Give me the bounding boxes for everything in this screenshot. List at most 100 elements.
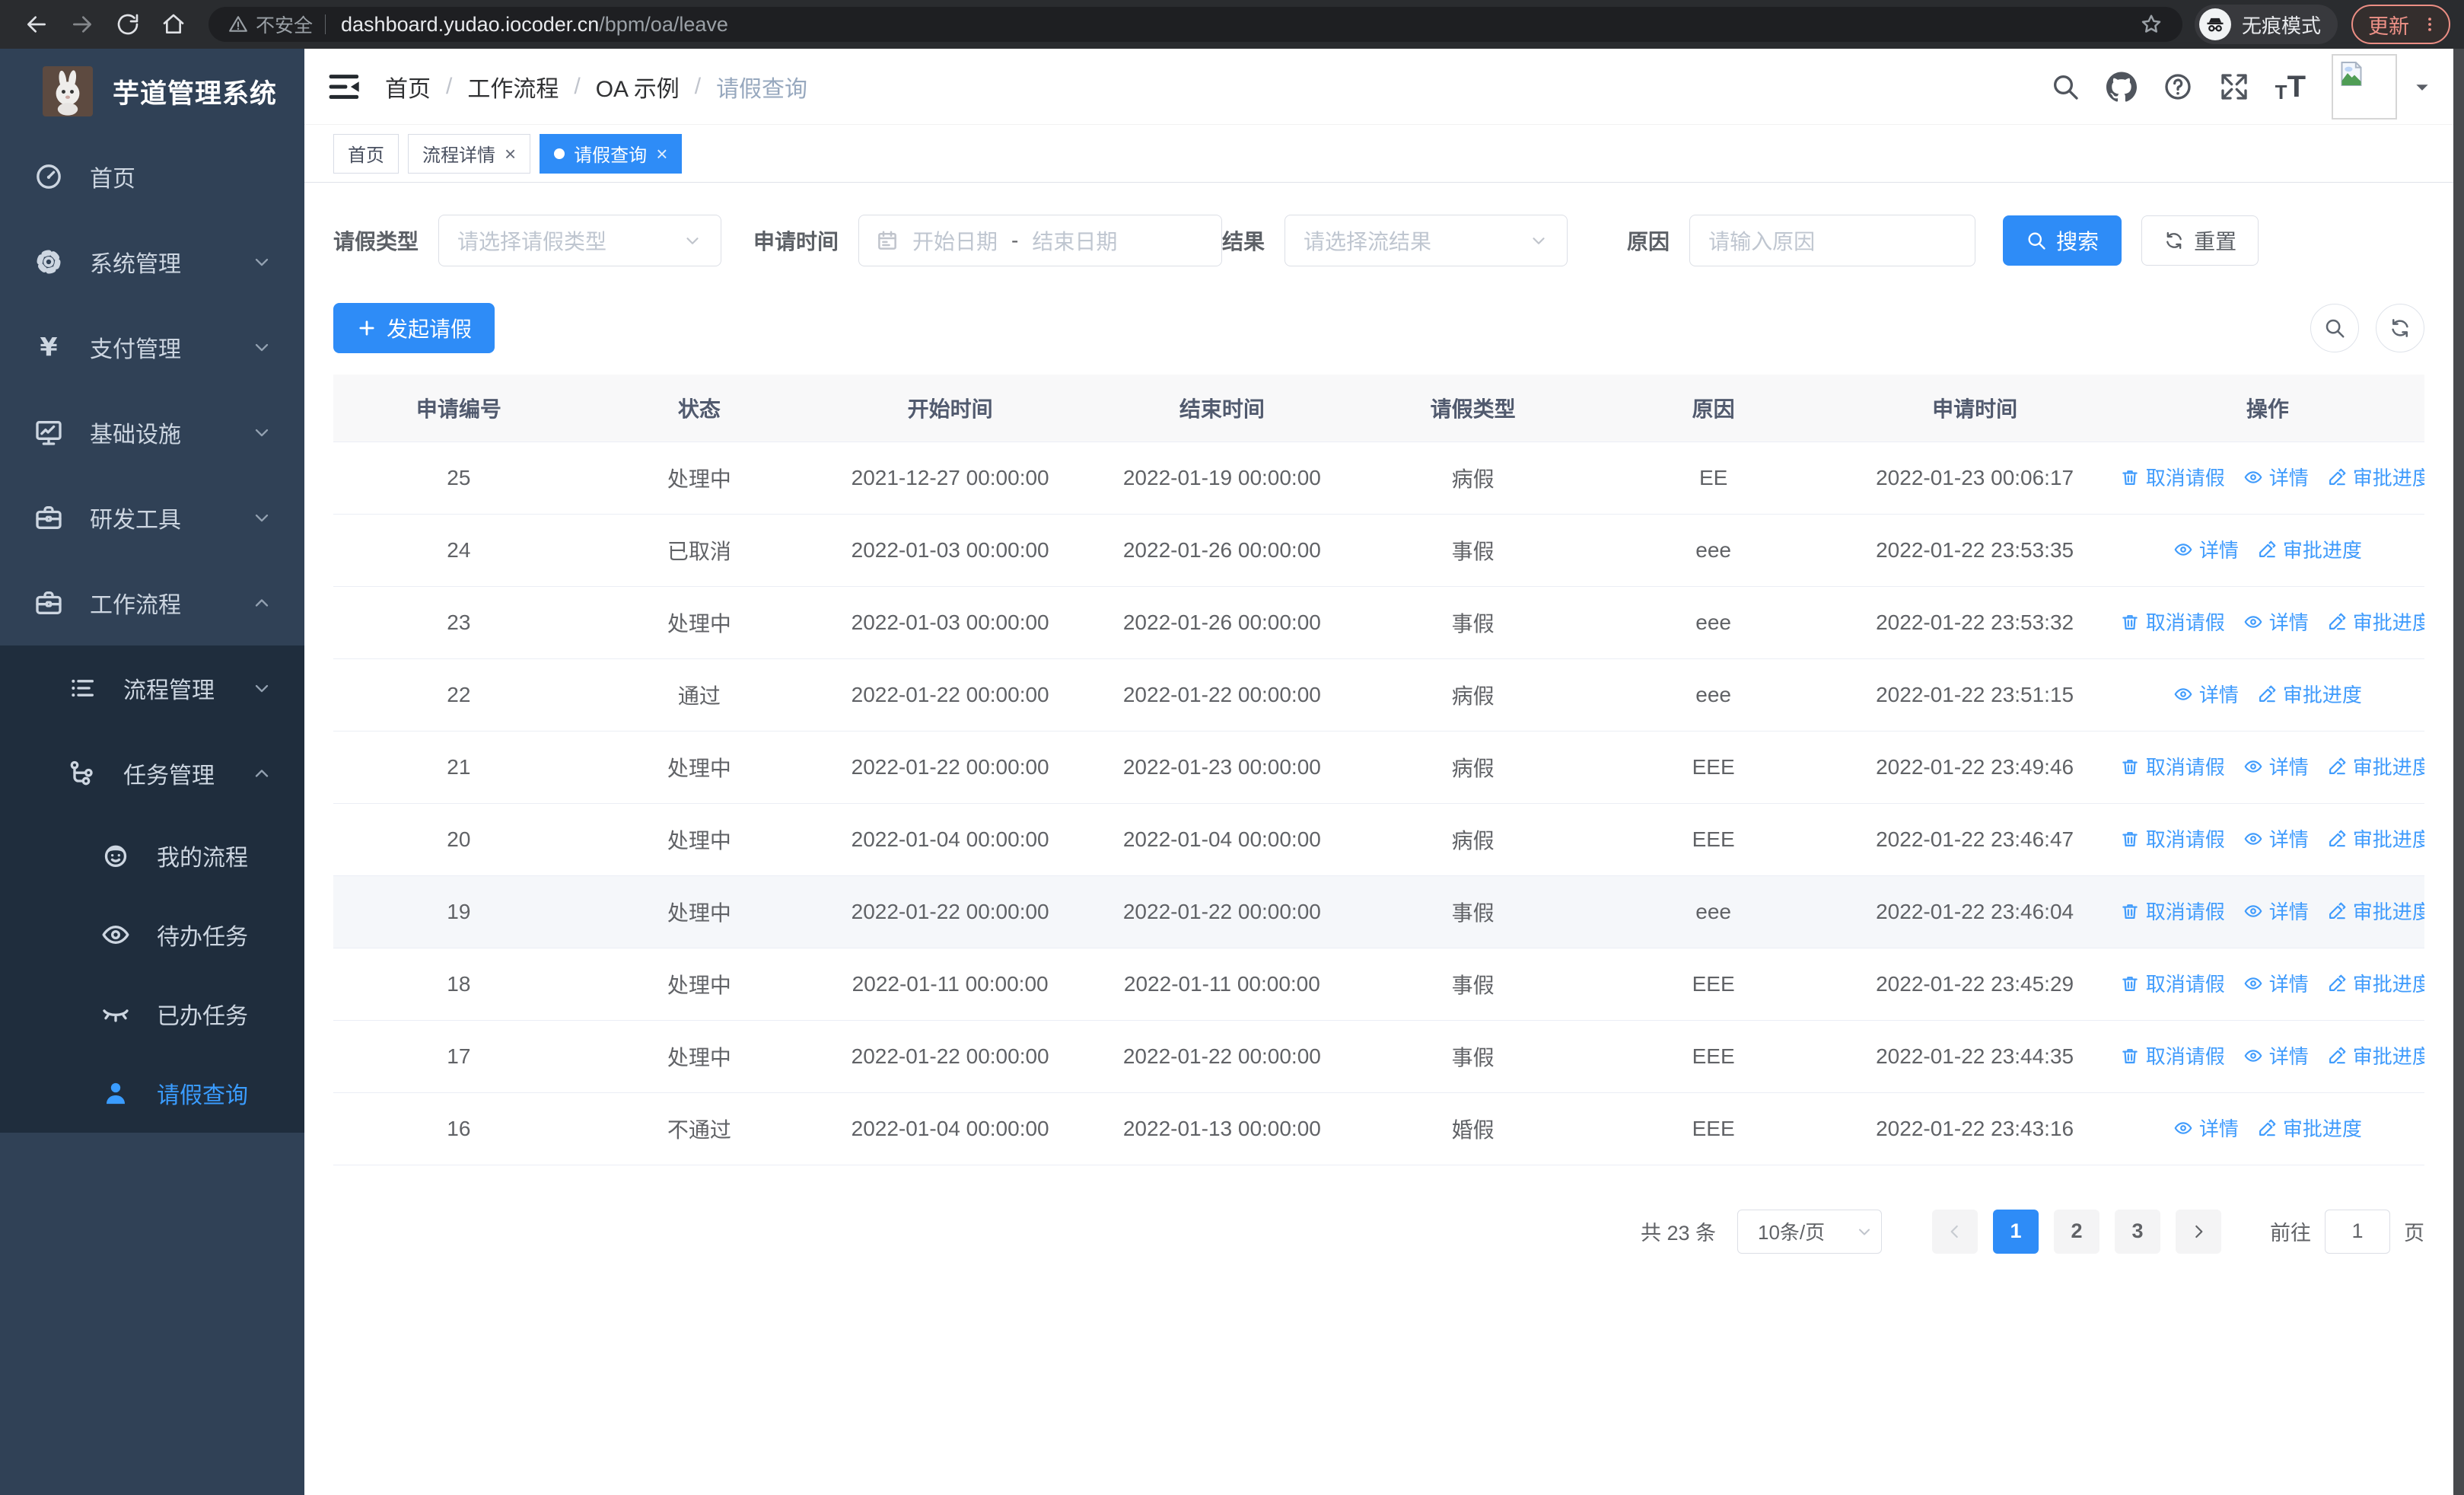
avatar-caret-icon[interactable] bbox=[2412, 77, 2432, 97]
trash-icon bbox=[2120, 829, 2140, 849]
sidebar-item-dev-tools[interactable]: 研发工具 bbox=[0, 475, 304, 560]
page-button-1[interactable]: 1 bbox=[1993, 1209, 2039, 1254]
browser-home-icon[interactable] bbox=[161, 12, 186, 37]
sidebar-item-task-mgmt[interactable]: 任务管理 bbox=[0, 731, 304, 816]
sidebar-item-home[interactable]: 首页 bbox=[0, 134, 304, 219]
detail-action-link[interactable]: 详情 bbox=[2243, 607, 2309, 636]
sidebar-item-workflow[interactable]: 工作流程 bbox=[0, 560, 304, 645]
reason-input[interactable]: 请输入原因 bbox=[1689, 215, 1976, 266]
apply-time-range-picker[interactable]: 开始日期 - 结束日期 bbox=[858, 215, 1223, 266]
sidebar-item-leave-query[interactable]: 请假查询 bbox=[0, 1054, 304, 1133]
fullscreen-icon[interactable] bbox=[2219, 72, 2249, 102]
browser-update-button[interactable]: 更新 bbox=[2351, 5, 2450, 44]
search-button[interactable]: 搜索 bbox=[2003, 215, 2122, 266]
create-leave-button[interactable]: 发起请假 bbox=[333, 303, 495, 353]
column-header: 申请编号 bbox=[333, 375, 584, 442]
action-label: 详情 bbox=[2198, 539, 2239, 563]
font-size-icon[interactable]: TT bbox=[2275, 72, 2306, 102]
cancel-action-link[interactable]: 取消请假 bbox=[2120, 607, 2225, 636]
sidebar-item-done-tasks[interactable]: 已办任务 bbox=[0, 974, 304, 1054]
action-label: 取消请假 bbox=[2145, 901, 2225, 924]
progress-action-link[interactable]: 审批进度 bbox=[2257, 680, 2362, 708]
sidebar-logo-row[interactable]: 芋道管理系统 bbox=[0, 49, 304, 134]
progress-action-link[interactable]: 审批进度 bbox=[2257, 1114, 2362, 1142]
prev-page-button[interactable] bbox=[1932, 1209, 1978, 1254]
sidebar-item-process-mgmt[interactable]: 流程管理 bbox=[0, 645, 304, 731]
cancel-action-link[interactable]: 取消请假 bbox=[2120, 969, 2225, 997]
progress-action-link[interactable]: 审批进度 bbox=[2327, 824, 2424, 853]
progress-action-link[interactable]: 审批进度 bbox=[2327, 463, 2424, 491]
cell-actions: 取消请假 详情 审批进度 bbox=[2110, 875, 2424, 948]
cancel-action-link[interactable]: 取消请假 bbox=[2120, 897, 2225, 925]
progress-action-link[interactable]: 审批进度 bbox=[2327, 607, 2424, 636]
action-label: 详情 bbox=[2268, 467, 2309, 490]
chevron-down-icon bbox=[1529, 231, 1549, 250]
detail-action-link[interactable]: 详情 bbox=[2173, 1114, 2239, 1142]
browser-scrollbar[interactable] bbox=[2453, 49, 2464, 1495]
tab-process-detail[interactable]: 流程详情 × bbox=[408, 133, 531, 174]
action-label: 详情 bbox=[2268, 901, 2309, 924]
detail-action-link[interactable]: 详情 bbox=[2243, 897, 2309, 925]
bookmark-star-icon[interactable] bbox=[2140, 13, 2163, 36]
page-button-3[interactable]: 3 bbox=[2115, 1209, 2160, 1254]
action-label: 审批进度 bbox=[2352, 611, 2424, 635]
progress-action-link[interactable]: 审批进度 bbox=[2327, 897, 2424, 925]
cancel-action-link[interactable]: 取消请假 bbox=[2120, 1041, 2225, 1069]
cancel-action-link[interactable]: 取消请假 bbox=[2120, 824, 2225, 853]
page-button-2[interactable]: 2 bbox=[2054, 1209, 2099, 1254]
close-icon[interactable]: × bbox=[656, 144, 667, 164]
help-icon[interactable] bbox=[2163, 72, 2193, 102]
leave-type-select[interactable]: 请选择请假类型 bbox=[438, 215, 722, 266]
address-bar[interactable]: 不安全 dashboard.yudao.iocoder.cn /bpm/oa/l… bbox=[209, 7, 2182, 42]
next-page-button[interactable] bbox=[2176, 1209, 2221, 1254]
progress-action-link[interactable]: 审批进度 bbox=[2257, 535, 2362, 563]
action-label: 审批进度 bbox=[2352, 973, 2424, 996]
goto-page-input[interactable]: 1 bbox=[2325, 1209, 2390, 1254]
result-label: 结果 bbox=[1222, 230, 1265, 253]
progress-action-link[interactable]: 审批进度 bbox=[2327, 752, 2424, 780]
sidebar-item-label: 工作流程 bbox=[90, 593, 181, 618]
cell-id: 22 bbox=[333, 658, 584, 732]
hamburger-icon[interactable] bbox=[329, 74, 361, 100]
breadcrumb-item[interactable]: 首页 bbox=[385, 70, 431, 104]
browser-menu-icon[interactable] bbox=[2421, 13, 2438, 36]
browser-forward-icon[interactable] bbox=[70, 12, 94, 37]
detail-action-link[interactable]: 详情 bbox=[2243, 1041, 2309, 1069]
close-icon[interactable]: × bbox=[505, 144, 516, 164]
detail-action-link[interactable]: 详情 bbox=[2243, 824, 2309, 853]
tab-home[interactable]: 首页 bbox=[333, 133, 399, 174]
result-select[interactable]: 请选择流结果 bbox=[1285, 215, 1568, 266]
breadcrumb-item[interactable]: OA 示例 bbox=[596, 70, 680, 104]
browser-reload-icon[interactable] bbox=[116, 12, 140, 37]
page-size-select[interactable]: 10条/页 bbox=[1737, 1209, 1882, 1254]
detail-action-link[interactable]: 详情 bbox=[2243, 752, 2309, 780]
cell-type: 病假 bbox=[1358, 803, 1588, 876]
sidebar-item-label: 首页 bbox=[90, 167, 135, 192]
detail-action-link[interactable]: 详情 bbox=[2173, 680, 2239, 708]
sidebar-item-payment[interactable]: ¥ 支付管理 bbox=[0, 304, 304, 390]
breadcrumb-separator: / bbox=[694, 73, 702, 99]
sidebar-item-todo-tasks[interactable]: 待办任务 bbox=[0, 895, 304, 974]
table-body: 25 处理中 2021-12-27 00:00:00 2022-01-19 00:00… bbox=[333, 441, 2424, 1165]
avatar[interactable] bbox=[2332, 53, 2397, 120]
cancel-action-link[interactable]: 取消请假 bbox=[2120, 752, 2225, 780]
browser-back-icon[interactable] bbox=[24, 12, 49, 37]
header-search-icon[interactable] bbox=[2050, 72, 2080, 102]
progress-action-link[interactable]: 审批进度 bbox=[2327, 1041, 2424, 1069]
detail-action-link[interactable]: 详情 bbox=[2173, 535, 2239, 563]
navbar-tools: TT bbox=[2050, 53, 2453, 120]
toggle-search-button[interactable] bbox=[2310, 304, 2359, 352]
detail-action-link[interactable]: 详情 bbox=[2243, 969, 2309, 997]
sidebar-item-my-process[interactable]: 我的流程 bbox=[0, 816, 304, 895]
detail-action-link[interactable]: 详情 bbox=[2243, 463, 2309, 491]
refresh-table-button[interactable] bbox=[2376, 304, 2424, 352]
cancel-action-link[interactable]: 取消请假 bbox=[2120, 463, 2225, 491]
github-icon[interactable] bbox=[2106, 71, 2137, 102]
tab-leave-query[interactable]: 请假查询 × bbox=[540, 133, 683, 174]
breadcrumb-item[interactable]: 工作流程 bbox=[467, 70, 559, 104]
sidebar-item-system[interactable]: 系统管理 bbox=[0, 219, 304, 304]
progress-action-link[interactable]: 审批进度 bbox=[2327, 969, 2424, 997]
sidebar-item-infra[interactable]: 基础设施 bbox=[0, 390, 304, 475]
cell-end: 2022-01-19 00:00:00 bbox=[1086, 441, 1358, 515]
reset-button[interactable]: 重置 bbox=[2141, 215, 2259, 266]
